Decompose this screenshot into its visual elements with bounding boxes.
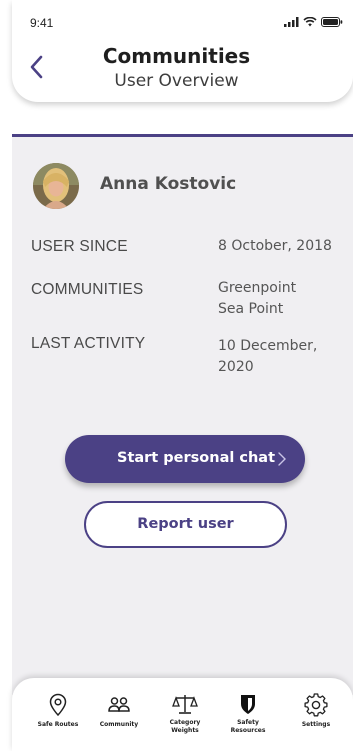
content-panel — [12, 135, 353, 695]
scales-icon — [172, 695, 198, 714]
last-activity-line: 2020 — [218, 359, 254, 375]
battery-icon — [321, 17, 343, 27]
shield-icon — [241, 695, 255, 714]
last-activity-value: 10 December, 2020 — [218, 336, 317, 378]
wifi-icon — [303, 17, 317, 27]
tab-label-line: Resources — [230, 727, 266, 734]
gear-icon — [304, 693, 328, 717]
page-subtitle: User Overview — [114, 71, 239, 91]
last-activity-line: 10 December, — [218, 338, 318, 354]
tab-settings[interactable]: Settings — [286, 693, 346, 729]
tab-community[interactable]: Community — [89, 693, 149, 729]
tab-label: Community — [99, 721, 139, 728]
report-user-button[interactable]: Report user — [84, 501, 287, 548]
tab-safe-routes[interactable]: Safe Routes — [28, 693, 88, 729]
header-divider — [12, 134, 353, 137]
location-pin-icon — [49, 693, 67, 717]
report-button-label: Report user — [137, 516, 234, 532]
tab-label: Safe Routes — [37, 721, 79, 728]
signal-icon — [284, 17, 299, 27]
avatar — [33, 163, 79, 209]
tab-label-line: Safety — [237, 719, 259, 726]
status-icons — [284, 17, 343, 27]
status-time: 9:41 — [30, 16, 54, 30]
start-personal-chat-button[interactable]: Start personal chat — [65, 435, 305, 483]
community-greenpoint: Greenpoint — [218, 280, 297, 296]
tab-label: Category Weights — [155, 719, 215, 735]
tab-label: Settings — [301, 721, 331, 728]
user-since-label: USER SINCE — [31, 238, 128, 255]
tab-label-line: Category — [169, 719, 201, 726]
tab-category-weights[interactable]: Category Weights — [155, 693, 215, 735]
tab-label: Safety Resources — [218, 719, 278, 735]
community-icon — [108, 697, 130, 712]
chat-button-label: Start personal chat — [117, 450, 276, 466]
community-sea-point: Sea Point — [218, 301, 284, 317]
phone-screen: 9:41 Communities User Overview Anna Kost… — [0, 0, 353, 751]
chevron-right-icon — [278, 452, 286, 466]
user-since-value: 8 October, 2018 — [218, 238, 332, 254]
communities-label: COMMUNITIES — [31, 281, 144, 298]
tab-safety-resources[interactable]: Safety Resources — [218, 693, 278, 735]
communities-value: Greenpoint Sea Point — [218, 278, 296, 320]
last-activity-label: LAST ACTIVITY — [31, 335, 146, 352]
user-name: Anna Kostovic — [100, 174, 237, 194]
page-title: Communities — [102, 44, 251, 68]
tab-label-line: Weights — [171, 727, 199, 734]
